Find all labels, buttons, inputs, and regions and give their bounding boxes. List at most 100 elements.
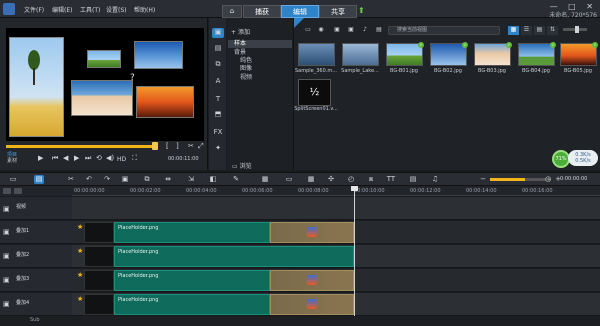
track-header-video[interactable]: 视频: [0, 197, 72, 220]
track-header-overlay-3[interactable]: 叠加3: [0, 269, 72, 292]
clip-photo[interactable]: [270, 222, 354, 243]
graphic-icon[interactable]: ⬒: [212, 110, 224, 120]
folder-solid[interactable]: 纯色: [228, 57, 292, 65]
track-header-overlay-1[interactable]: 叠加1: [0, 221, 72, 244]
score-fit-icon[interactable]: ♫: [430, 175, 440, 184]
browse-button[interactable]: ▭ 浏览: [232, 161, 252, 170]
filter-video-icon[interactable]: ▣: [332, 26, 342, 34]
subtitle-icon[interactable]: ▦: [260, 175, 270, 184]
clip-photo[interactable]: [270, 294, 354, 315]
path-tracking-icon[interactable]: ◴: [346, 175, 356, 184]
timeline-view-icon[interactable]: ▤: [34, 175, 44, 184]
undo-icon[interactable]: ↶: [84, 175, 94, 184]
toggle-track-icon[interactable]: [3, 188, 11, 194]
track-header-overlay-2[interactable]: 叠加2: [0, 245, 72, 268]
text-tools-icon[interactable]: TT: [386, 175, 396, 184]
folder-background[interactable]: 背景: [228, 49, 292, 57]
add-folder-button[interactable]: + 添加: [231, 27, 250, 36]
fit-project-icon[interactable]: ◷: [543, 175, 553, 184]
motion-icon[interactable]: ⇲: [186, 175, 196, 184]
clip-dark[interactable]: [84, 270, 114, 291]
clip-placeholder[interactable]: PlaceHolder.png: [114, 294, 270, 315]
playhead[interactable]: [354, 186, 355, 316]
instant-project-icon[interactable]: ▤: [212, 44, 224, 54]
record-capture-icon[interactable]: ▣: [120, 175, 130, 184]
clip-placeholder[interactable]: PlaceHolder.png: [114, 246, 354, 267]
filter-photo-icon[interactable]: ▣: [346, 26, 356, 34]
playhead-handle[interactable]: [351, 186, 358, 191]
menu-help[interactable]: 帮助(H): [134, 5, 155, 14]
expand-preview-icon[interactable]: ⤢: [198, 142, 206, 150]
path-icon[interactable]: ✦: [212, 144, 224, 154]
mix-icon[interactable]: ◧: [208, 175, 218, 184]
fx-icon[interactable]: FX: [212, 128, 224, 138]
mode-clip[interactable]: 素材: [7, 159, 17, 164]
ripple-edit-icon[interactable]: [14, 188, 22, 194]
fullscreen-icon[interactable]: ⛶: [132, 154, 137, 163]
folder-videos[interactable]: 视频: [228, 74, 292, 82]
filter-audio-icon[interactable]: ♪: [360, 26, 370, 34]
play-icon[interactable]: ▶: [38, 154, 43, 162]
track-manager-icon[interactable]: ⧉: [142, 175, 152, 184]
search-input[interactable]: 搜索当前视图: [388, 26, 500, 35]
redo-icon[interactable]: ↷: [102, 175, 112, 184]
mask-icon[interactable]: ✣: [326, 175, 336, 184]
menu-edit[interactable]: 编辑(E): [52, 5, 72, 14]
repeat-icon[interactable]: ⟲: [96, 154, 102, 162]
clip-placeholder[interactable]: PlaceHolder.png: [114, 222, 270, 243]
menu-settings[interactable]: 设置(S): [106, 5, 127, 14]
view-thumbs-icon[interactable]: ▤: [534, 26, 545, 35]
thumb-splitscreen[interactable]: ½: [298, 79, 331, 106]
text-icon[interactable]: T: [212, 95, 224, 105]
track-header-overlay-4[interactable]: 叠加4: [0, 293, 72, 316]
clip-dark[interactable]: [84, 222, 114, 243]
mark-out-icon[interactable]: ]: [176, 142, 184, 150]
menu-file[interactable]: 文件(F): [24, 5, 44, 14]
filter-more-icon[interactable]: ▤: [374, 26, 384, 34]
mosaic-icon[interactable]: ⧈: [366, 175, 376, 184]
clip-dark[interactable]: [84, 294, 114, 315]
mark-in-icon[interactable]: [: [166, 142, 174, 150]
sort-icon[interactable]: ⇅: [547, 26, 558, 35]
folder-samples[interactable]: 样本: [228, 40, 292, 48]
media-icon[interactable]: ▣: [212, 28, 224, 38]
track-lane-video[interactable]: [72, 197, 600, 220]
menu-tools[interactable]: 工具(T): [80, 5, 100, 14]
end-icon[interactable]: ⏭: [85, 154, 91, 163]
clip-dark[interactable]: [84, 246, 114, 267]
zoom-out-icon[interactable]: −: [478, 175, 488, 184]
home-icon[interactable]: ⌂: [222, 5, 242, 18]
scrub-handle[interactable]: [152, 142, 158, 150]
upload-arrow-icon[interactable]: ⬆: [358, 7, 366, 15]
view-details-icon[interactable]: ☰: [521, 26, 532, 35]
tools-icon[interactable]: ✂: [66, 175, 76, 184]
tab-capture[interactable]: 捕获: [243, 5, 281, 18]
view-list-icon[interactable]: ▦: [508, 26, 519, 35]
import-folder-icon[interactable]: ▭: [303, 26, 313, 34]
thumb-size-handle[interactable]: [575, 26, 579, 33]
multicam-icon[interactable]: ▦: [306, 175, 316, 184]
hd-toggle[interactable]: HD: [117, 156, 126, 163]
record-icon[interactable]: ◉: [316, 26, 326, 34]
paint-icon[interactable]: ✎: [231, 175, 241, 184]
thumb-sample-lake[interactable]: [342, 43, 379, 66]
thumb-sample-360[interactable]: [298, 43, 335, 66]
audio-ducking-icon[interactable]: ▤: [408, 175, 418, 184]
timeline-timecode[interactable]: 0:00:00:00: [560, 176, 587, 182]
auto-music-icon[interactable]: ▭: [284, 175, 294, 184]
tab-share[interactable]: 共享: [319, 5, 357, 18]
clip-placeholder[interactable]: PlaceHolder.png: [114, 270, 270, 291]
split-clip-icon[interactable]: ✂: [188, 142, 196, 150]
split-icon[interactable]: ⇹: [163, 175, 173, 184]
title-icon[interactable]: A: [212, 77, 224, 87]
next-frame-icon[interactable]: ▶: [74, 154, 79, 162]
tab-edit[interactable]: 编辑: [281, 5, 319, 18]
clip-photo[interactable]: [270, 270, 354, 291]
home-start-icon[interactable]: ⏮: [52, 154, 58, 163]
folder-images[interactable]: 图像: [228, 65, 292, 73]
storyboard-view-icon[interactable]: ▭: [8, 175, 18, 184]
volume-icon[interactable]: ◀): [106, 154, 114, 162]
transition-icon[interactable]: ⧉: [212, 60, 224, 70]
previous-frame-icon[interactable]: ◀: [63, 154, 68, 162]
preview-timecode[interactable]: 00:00:11:00: [168, 156, 199, 162]
